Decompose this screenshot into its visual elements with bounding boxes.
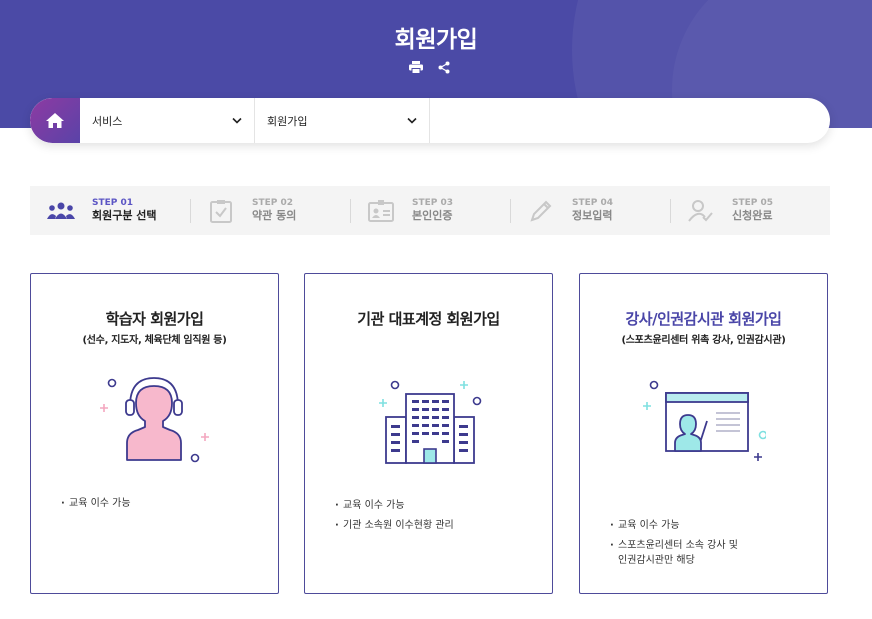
step-label: 본인인증	[412, 209, 453, 223]
institution-signup-card[interactable]: 기관 대표계정 회원가입 교육 이수 가능 기관 소속원 이수현황 관리	[304, 273, 553, 594]
step-4: STEP 04 정보입력	[510, 186, 670, 235]
breadcrumb-label: 서비스	[92, 114, 123, 128]
id-card-icon	[366, 196, 396, 226]
card-title: 강사/인권감시관 회원가입	[625, 310, 782, 328]
clipboard-check-icon	[206, 196, 236, 226]
page-title: 회원가입	[394, 27, 478, 53]
step-number: STEP 05	[732, 197, 774, 208]
step-number: STEP 04	[572, 197, 614, 208]
building-illustration	[379, 380, 482, 464]
step-number: STEP 03	[412, 197, 454, 208]
step-label: 신청완료	[732, 209, 773, 223]
breadcrumb-label: 회원가입	[267, 114, 308, 128]
pencil-icon	[526, 196, 556, 226]
learner-signup-card[interactable]: 학습자 회원가입 (선수, 지도자, 체육단체 임직원 등) 교육 이수 가능	[30, 273, 279, 594]
feature-list: 교육 이수 가능 스포츠윤리센터 소속 강사 및 인권감시관만 해당	[610, 518, 738, 573]
breadcrumb-select-service[interactable]: 서비스	[80, 98, 255, 143]
card-title: 기관 대표계정 회원가입	[357, 310, 500, 328]
users-icon	[46, 196, 76, 226]
feature-item: 교육 이수 가능	[61, 496, 131, 511]
chevron-down-icon	[232, 117, 242, 124]
instructor-signup-card[interactable]: 강사/인권감시관 회원가입 (스포츠윤리센터 위촉 강사, 인권감시관) 교육 …	[579, 273, 828, 594]
card-subtitle: (선수, 지도자, 체육단체 임직원 등)	[82, 335, 227, 346]
step-1: STEP 01 회원구분 선택	[30, 186, 190, 235]
feature-item: 교육 이수 가능	[335, 498, 454, 513]
chevron-down-icon	[407, 117, 417, 124]
card-subtitle: (스포츠윤리센터 위촉 강사, 인권감시관)	[621, 335, 786, 346]
signup-steps: STEP 01 회원구분 선택 STEP 02 약관 동의 STEP 03 본인…	[30, 186, 830, 235]
home-button[interactable]	[30, 98, 80, 143]
share-icon[interactable]	[436, 59, 452, 75]
breadcrumb: 서비스 회원가입	[30, 98, 830, 143]
step-3: STEP 03 본인인증	[350, 186, 510, 235]
lecturer-board-illustration	[643, 380, 766, 461]
feature-item-continued: 인권감시관만 해당	[618, 555, 695, 566]
card-title: 학습자 회원가입	[105, 310, 204, 328]
feature-item: 스포츠윤리센터 소속 강사 및	[610, 538, 738, 553]
feature-item: 기관 소속원 이수현황 관리	[335, 518, 454, 533]
home-icon	[46, 113, 64, 128]
user-check-icon	[686, 196, 716, 226]
print-icon[interactable]	[408, 59, 424, 75]
step-number: STEP 02	[252, 197, 294, 208]
breadcrumb-select-signup[interactable]: 회원가입	[255, 98, 430, 143]
step-2: STEP 02 약관 동의	[190, 186, 350, 235]
feature-item: 교육 이수 가능	[610, 518, 738, 533]
page-tools	[408, 59, 452, 75]
step-label: 약관 동의	[252, 209, 297, 223]
feature-list: 교육 이수 가능 기관 소속원 이수현황 관리	[335, 498, 454, 538]
learner-headset-illustration	[100, 377, 209, 463]
step-5: STEP 05 신청완료	[670, 186, 830, 235]
step-label: 정보입력	[572, 209, 613, 223]
feature-list: 교육 이수 가능	[61, 496, 131, 516]
step-number: STEP 01	[92, 197, 134, 208]
step-label: 회원구분 선택	[92, 209, 157, 223]
